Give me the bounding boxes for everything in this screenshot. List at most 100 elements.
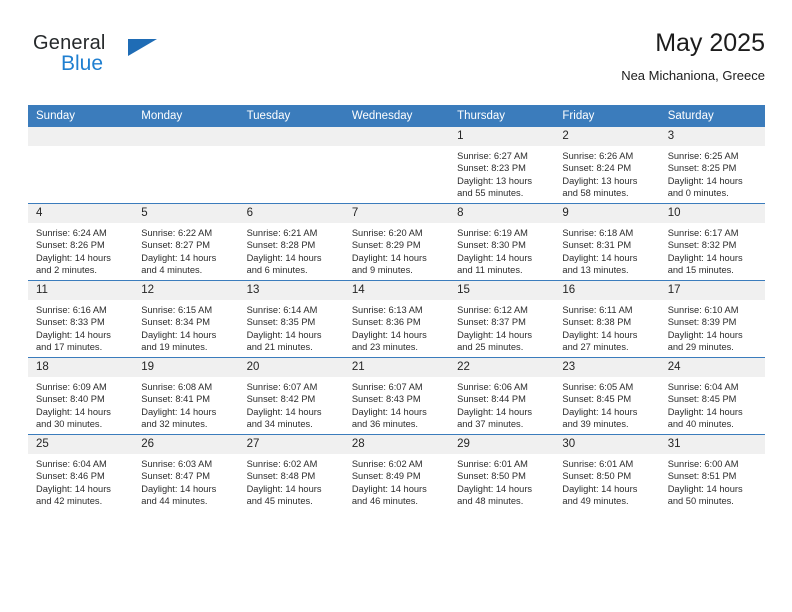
daylight-text-line2: and 15 minutes. xyxy=(667,265,734,276)
day-number: 15 xyxy=(449,281,555,300)
sunrise-text: Sunrise: 6:22 AM xyxy=(141,228,213,238)
calendar-day-cell[interactable]: 18 Sunrise: 6:09 AM Sunset: 8:40 PM Dayligh… xyxy=(28,357,134,435)
day-sun-info: Sunrise: 6:02 AM Sunset: 8:48 PM Daylight:… xyxy=(239,454,344,508)
calendar-day-cell[interactable]: 17 Sunrise: 6:10 AM Sunset: 8:39 PM Dayligh… xyxy=(659,280,765,358)
daylight-text-line1: Daylight: 14 hours xyxy=(667,252,743,263)
sunrise-text: Sunrise: 6:20 AM xyxy=(351,228,423,238)
calendar-day-cell[interactable]: 24 Sunrise: 6:04 AM Sunset: 8:45 PM Dayligh… xyxy=(659,357,765,435)
sunset-text: Sunset: 8:34 PM xyxy=(141,317,211,328)
daylight-text-line1: Daylight: 13 hours xyxy=(457,175,533,186)
day-sun-info: Sunrise: 6:18 AM Sunset: 8:31 PM Daylight:… xyxy=(554,223,659,277)
calendar-day-cell[interactable]: 21 Sunrise: 6:07 AM Sunset: 8:43 PM Dayligh… xyxy=(343,357,450,435)
sunrise-text: Sunrise: 6:18 AM xyxy=(562,228,634,238)
calendar-day-cell[interactable]: 28 Sunrise: 6:02 AM Sunset: 8:49 PM Dayligh… xyxy=(343,434,450,511)
daylight-text-line1: Daylight: 14 hours xyxy=(667,329,743,340)
daylight-text-line1: Daylight: 14 hours xyxy=(36,329,111,340)
daylight-text-line1: Daylight: 14 hours xyxy=(36,483,111,494)
sunset-text: Sunset: 8:42 PM xyxy=(246,394,316,405)
sunset-text: Sunset: 8:29 PM xyxy=(351,240,421,251)
daylight-text-line1: Daylight: 14 hours xyxy=(141,252,217,263)
calendar-day-cell[interactable]: 4 Sunrise: 6:24 AM Sunset: 8:26 PM Daylight… xyxy=(28,203,134,281)
sunset-text: Sunset: 8:44 PM xyxy=(457,394,526,405)
daylight-text-line1: Daylight: 14 hours xyxy=(351,329,427,340)
daylight-text-line1: Daylight: 14 hours xyxy=(141,483,217,494)
sunset-text: Sunset: 8:40 PM xyxy=(36,394,105,405)
weekday-header-tuesday: Tuesday xyxy=(238,105,344,127)
calendar-day-cell[interactable]: 23 Sunrise: 6:05 AM Sunset: 8:45 PM Dayligh… xyxy=(554,357,660,435)
calendar-day-cell[interactable]: 10 Sunrise: 6:17 AM Sunset: 8:32 PM Dayligh… xyxy=(659,203,765,281)
calendar-page: General Blue May 2025 Nea Michaniona, Gr… xyxy=(0,0,792,612)
calendar-day-cell[interactable]: 13 Sunrise: 6:14 AM Sunset: 8:35 PM Dayligh… xyxy=(238,280,344,358)
calendar-day-cell[interactable]: 19 Sunrise: 6:08 AM Sunset: 8:41 PM Dayligh… xyxy=(133,357,239,435)
day-number: 18 xyxy=(28,358,134,377)
day-sun-info: Sunrise: 6:16 AM Sunset: 8:33 PM Daylight:… xyxy=(28,300,133,354)
sunrise-text: Sunrise: 6:24 AM xyxy=(36,228,107,238)
day-sun-info: Sunrise: 6:22 AM Sunset: 8:27 PM Daylight:… xyxy=(133,223,238,277)
calendar-day-cell[interactable]: 25 Sunrise: 6:04 AM Sunset: 8:46 PM Dayligh… xyxy=(28,434,134,511)
sunset-text: Sunset: 8:35 PM xyxy=(246,317,316,328)
day-number: 2 xyxy=(554,127,660,146)
sunrise-text: Sunrise: 6:10 AM xyxy=(667,305,739,315)
sunrise-text: Sunrise: 6:15 AM xyxy=(141,305,213,315)
daylight-text-line2: and 34 minutes. xyxy=(246,419,313,430)
day-number: 21 xyxy=(343,358,450,377)
brand-logo[interactable]: General Blue xyxy=(28,32,248,92)
calendar-week-row: 4 Sunrise: 6:24 AM Sunset: 8:26 PM Daylight… xyxy=(28,203,765,281)
sunset-text: Sunset: 8:46 PM xyxy=(36,471,105,482)
page-header: General Blue May 2025 Nea Michaniona, Gr… xyxy=(28,28,765,96)
daylight-text-line1: Daylight: 14 hours xyxy=(457,483,533,494)
sunset-text: Sunset: 8:49 PM xyxy=(351,471,421,482)
daylight-text-line2: and 17 minutes. xyxy=(36,342,103,353)
calendar-day-cell[interactable]: 5 Sunrise: 6:22 AM Sunset: 8:27 PM Daylight… xyxy=(133,203,239,281)
daylight-text-line2: and 44 minutes. xyxy=(141,496,208,507)
day-number: 4 xyxy=(28,204,134,223)
day-number: 12 xyxy=(133,281,239,300)
day-sun-info: Sunrise: 6:00 AM Sunset: 8:51 PM Daylight:… xyxy=(660,454,765,508)
calendar-day-cell[interactable]: 12 Sunrise: 6:15 AM Sunset: 8:34 PM Dayligh… xyxy=(133,280,239,358)
day-number: 6 xyxy=(238,204,344,223)
sunset-text: Sunset: 8:50 PM xyxy=(562,471,632,482)
calendar-day-cell[interactable]: 29 Sunrise: 6:01 AM Sunset: 8:50 PM Dayligh… xyxy=(449,434,555,511)
calendar-day-cell[interactable]: 3 Sunrise: 6:25 AM Sunset: 8:25 PM Daylight… xyxy=(659,127,765,204)
calendar-day-cell[interactable]: 8 Sunrise: 6:19 AM Sunset: 8:30 PM Daylight… xyxy=(449,203,555,281)
calendar-day-cell[interactable]: 9 Sunrise: 6:18 AM Sunset: 8:31 PM Daylight… xyxy=(554,203,660,281)
weekday-header-friday: Friday xyxy=(554,105,660,127)
day-number: 11 xyxy=(28,281,134,300)
sunrise-text: Sunrise: 6:02 AM xyxy=(246,459,318,469)
daylight-text-line2: and 48 minutes. xyxy=(457,496,524,507)
daylight-text-line2: and 23 minutes. xyxy=(351,342,418,353)
daylight-text-line1: Daylight: 14 hours xyxy=(457,252,533,263)
sunrise-text: Sunrise: 6:25 AM xyxy=(667,151,739,161)
calendar-day-cell[interactable]: 27 Sunrise: 6:02 AM Sunset: 8:48 PM Dayligh… xyxy=(238,434,344,511)
day-number: 8 xyxy=(449,204,555,223)
calendar-day-cell[interactable]: 20 Sunrise: 6:07 AM Sunset: 8:42 PM Dayligh… xyxy=(238,357,344,435)
day-number xyxy=(133,127,239,146)
calendar-day-cell[interactable]: 31 Sunrise: 6:00 AM Sunset: 8:51 PM Dayligh… xyxy=(659,434,765,511)
sunset-text: Sunset: 8:27 PM xyxy=(141,240,211,251)
calendar-day-cell[interactable]: 22 Sunrise: 6:06 AM Sunset: 8:44 PM Dayligh… xyxy=(449,357,555,435)
daylight-text-line1: Daylight: 14 hours xyxy=(351,483,427,494)
daylight-text-line1: Daylight: 14 hours xyxy=(141,329,217,340)
calendar-day-cell[interactable]: 1 Sunrise: 6:27 AM Sunset: 8:23 PM Daylight… xyxy=(449,127,555,204)
day-sun-info: Sunrise: 6:08 AM Sunset: 8:41 PM Daylight:… xyxy=(133,377,238,431)
calendar-day-cell[interactable]: 2 Sunrise: 6:26 AM Sunset: 8:24 PM Daylight… xyxy=(554,127,660,204)
daylight-text-line2: and 39 minutes. xyxy=(562,419,629,430)
daylight-text-line2: and 11 minutes. xyxy=(457,265,523,276)
day-number: 24 xyxy=(659,358,765,377)
page-title: May 2025 xyxy=(655,29,765,57)
calendar-body: 1 Sunrise: 6:27 AM Sunset: 8:23 PM Daylight… xyxy=(28,127,765,511)
calendar-day-cell[interactable]: 6 Sunrise: 6:21 AM Sunset: 8:28 PM Daylight… xyxy=(238,203,344,281)
sunset-text: Sunset: 8:50 PM xyxy=(457,471,526,482)
calendar-day-cell[interactable]: 15 Sunrise: 6:12 AM Sunset: 8:37 PM Dayligh… xyxy=(449,280,555,358)
calendar-day-cell[interactable]: 26 Sunrise: 6:03 AM Sunset: 8:47 PM Dayligh… xyxy=(133,434,239,511)
day-sun-info: Sunrise: 6:05 AM Sunset: 8:45 PM Daylight:… xyxy=(554,377,659,431)
calendar-day-cell[interactable]: 14 Sunrise: 6:13 AM Sunset: 8:36 PM Dayligh… xyxy=(343,280,450,358)
daylight-text-line2: and 9 minutes. xyxy=(351,265,413,276)
calendar-day-cell[interactable]: 7 Sunrise: 6:20 AM Sunset: 8:29 PM Daylight… xyxy=(343,203,450,281)
calendar-day-cell[interactable]: 16 Sunrise: 6:11 AM Sunset: 8:38 PM Dayligh… xyxy=(554,280,660,358)
day-number xyxy=(343,127,450,146)
calendar-day-cell[interactable]: 30 Sunrise: 6:01 AM Sunset: 8:50 PM Dayligh… xyxy=(554,434,660,511)
daylight-text-line2: and 2 minutes. xyxy=(36,265,97,276)
calendar-day-cell[interactable]: 11 Sunrise: 6:16 AM Sunset: 8:33 PM Dayligh… xyxy=(28,280,134,358)
day-sun-info: Sunrise: 6:03 AM Sunset: 8:47 PM Daylight:… xyxy=(133,454,238,508)
